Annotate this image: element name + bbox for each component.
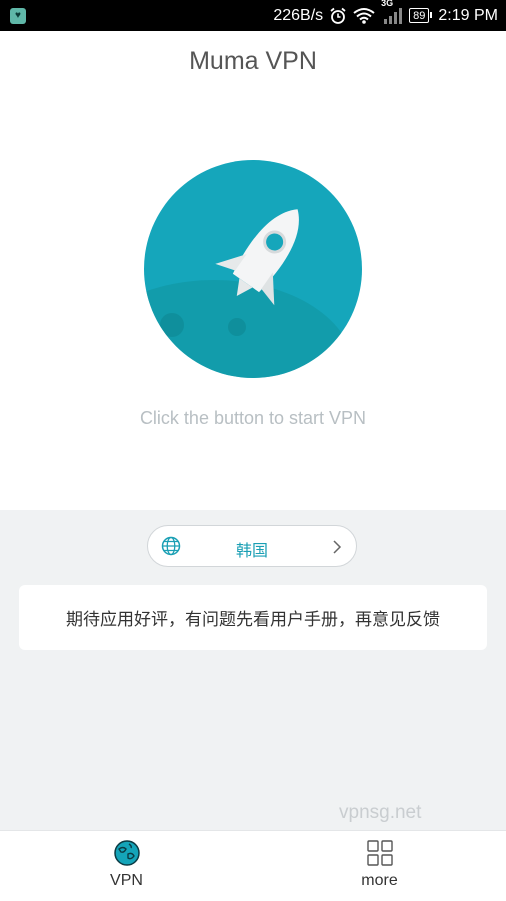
alarm-clock-icon [329,7,347,25]
page-title: Muma VPN [189,47,317,75]
signal-icon: 3G [381,0,403,24]
feedback-notice[interactable]: 期待应用好评，有问题先看用户手册，再意见反馈 [19,585,487,650]
connect-hint: Click the button to start VPN [139,408,367,428]
battery-icon: 89 [409,8,433,23]
region-name: 韩国 [235,541,268,560]
app-notification-icon: ♥ [10,7,26,24]
nav-item-vpn[interactable]: VPN [0,831,253,901]
clock: 2:19 PM [438,6,498,24]
region-selector[interactable]: 韩国 [147,525,357,567]
globe-icon [113,840,140,870]
nav-label-more: more [361,872,398,889]
nav-label-vpn: VPN [110,872,143,889]
battery-level: 89 [413,9,426,22]
bottom-nav: VPN more [0,830,506,900]
status-bar-right: 226B/s 3G 89 2:19 PM [273,0,506,25]
wifi-icon [353,7,375,24]
chevron-right-icon [332,539,342,559]
nav-item-more[interactable]: more [253,831,506,901]
status-bar-left: ♥ [0,7,26,24]
grid-icon [366,840,393,870]
net-speed: 226B/s [273,6,324,24]
status-bar: ♥ 226B/s 3G 89 2:19 PM [0,0,506,31]
rocket-icon [144,209,354,378]
connect-button[interactable] [144,160,362,378]
watermark: vpnsg.net [339,802,422,823]
network-type: 3G [381,0,394,8]
